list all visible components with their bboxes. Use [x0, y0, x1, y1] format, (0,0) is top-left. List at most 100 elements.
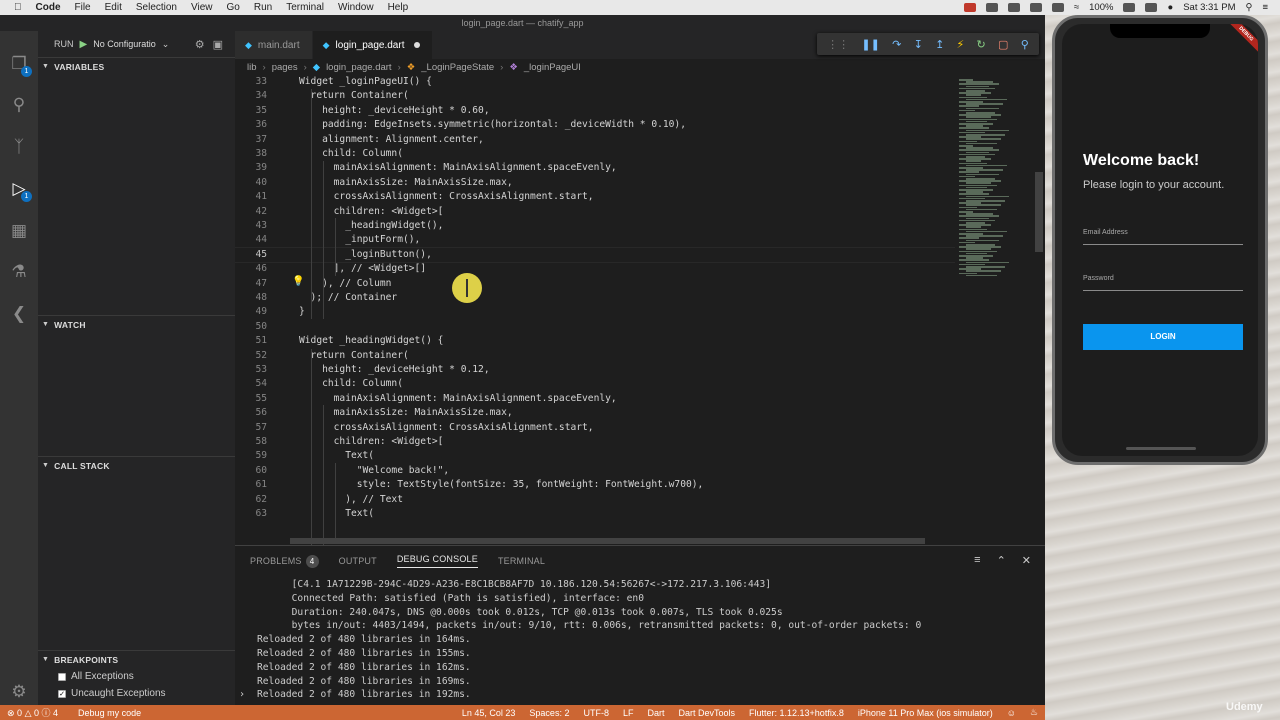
- line-number[interactable]: 40: [235, 176, 267, 190]
- line-number[interactable]: 57: [235, 421, 267, 435]
- maximize-panel-icon[interactable]: ⌃: [997, 554, 1006, 567]
- encoding[interactable]: UTF-8: [576, 708, 616, 718]
- code-line[interactable]: 35 height: _deviceHeight * 0.60,: [235, 104, 955, 118]
- code-line[interactable]: 40 mainAxisSize: MainAxisSize.max,: [235, 176, 955, 190]
- menu-extra-icon[interactable]: [1051, 3, 1064, 12]
- line-number[interactable]: 36: [235, 118, 267, 132]
- stop-icon[interactable]: ▢: [998, 38, 1008, 51]
- code-line[interactable]: 61 style: TextStyle(fontSize: 35, fontWe…: [235, 478, 955, 492]
- indentation[interactable]: Spaces: 2: [522, 708, 576, 718]
- code-line[interactable]: 49}: [235, 305, 955, 319]
- flag-icon[interactable]: [1145, 3, 1158, 12]
- start-debugging-icon[interactable]: ▶: [80, 39, 88, 50]
- line-number[interactable]: 48: [235, 291, 267, 305]
- tab-terminal[interactable]: TERMINAL: [498, 556, 545, 566]
- password-field[interactable]: Password: [1083, 273, 1243, 291]
- line-number[interactable]: 62: [235, 493, 267, 507]
- debug-console-icon[interactable]: ▣: [213, 38, 223, 51]
- code-line[interactable]: 48 ); // Container: [235, 291, 955, 305]
- menu-selection[interactable]: Selection: [136, 2, 177, 13]
- line-number[interactable]: 58: [235, 435, 267, 449]
- code-line[interactable]: 51 Widget _headingWidget() {: [235, 334, 955, 348]
- unsaved-dot-icon[interactable]: [414, 42, 421, 48]
- step-out-icon[interactable]: ↥: [935, 38, 944, 51]
- line-number[interactable]: 47: [235, 277, 267, 291]
- wifi-icon[interactable]: ≈: [1074, 2, 1079, 13]
- restart-icon[interactable]: ↻: [977, 38, 986, 51]
- line-number[interactable]: 60: [235, 464, 267, 478]
- menu-run[interactable]: Run: [254, 2, 272, 13]
- settings-gear-icon[interactable]: ⚙: [8, 681, 30, 703]
- menu-window[interactable]: Window: [338, 2, 374, 13]
- clear-console-icon[interactable]: ≡: [974, 554, 980, 567]
- line-number[interactable]: 43: [235, 219, 267, 233]
- menu-go[interactable]: Go: [227, 2, 240, 13]
- breakpoints-section-header[interactable]: ▼ BREAKPOINTS: [38, 650, 235, 668]
- line-number[interactable]: 33: [235, 75, 267, 89]
- breadcrumb-file[interactable]: login_page.dart: [326, 62, 392, 73]
- horizontal-scrollbar[interactable]: [290, 538, 925, 544]
- code-line[interactable]: 46 ], // <Widget>[]: [235, 262, 955, 276]
- code-line[interactable]: 55 mainAxisAlignment: MainAxisAlignment.…: [235, 392, 955, 406]
- configuration-select[interactable]: No Configuratio: [93, 39, 156, 49]
- line-number[interactable]: 35: [235, 104, 267, 118]
- vertical-scrollbar[interactable]: [1035, 172, 1043, 252]
- breadcrumb-method[interactable]: _loginPageUI: [524, 62, 581, 73]
- cursor-position[interactable]: Ln 45, Col 23: [455, 708, 523, 718]
- feedback-icon[interactable]: ☺: [1000, 708, 1023, 718]
- menu-terminal[interactable]: Terminal: [286, 2, 324, 13]
- debug-console-output[interactable]: [C4.1 1A71229B-294C-4D29-A236-E8C1BCB8AF…: [235, 578, 1045, 702]
- breakpoint-uncaught-exceptions[interactable]: ✓ Uncaught Exceptions: [38, 685, 235, 702]
- line-number[interactable]: 46: [235, 262, 267, 276]
- tab-login-page-dart[interactable]: ◆ login_page.dart: [312, 31, 434, 59]
- code-line[interactable]: 62 ), // Text: [235, 493, 955, 507]
- code-line[interactable]: 33 Widget _loginPageUI() {: [235, 75, 955, 89]
- code-editor[interactable]: 33 Widget _loginPageUI() {34 return Conta…: [235, 75, 955, 545]
- language-mode[interactable]: Dart: [640, 708, 671, 718]
- tab-output[interactable]: OUTPUT: [339, 556, 377, 566]
- line-number[interactable]: 39: [235, 161, 267, 175]
- code-line[interactable]: 34 return Container(: [235, 89, 955, 103]
- code-line[interactable]: 47 ), // Column: [235, 277, 955, 291]
- testing-flask-icon[interactable]: ⚗: [8, 261, 30, 283]
- simulator-screen[interactable]: DEBUG Welcome back! Please login to your…: [1062, 24, 1258, 456]
- gear-icon[interactable]: ⚙: [195, 38, 205, 51]
- code-line[interactable]: 63 Text(: [235, 507, 955, 521]
- record-icon[interactable]: [963, 3, 976, 12]
- code-line[interactable]: 39 mainAxisAlignment: MainAxisAlignment.…: [235, 161, 955, 175]
- code-line[interactable]: 54 child: Column(: [235, 377, 955, 391]
- email-field[interactable]: Email Address: [1083, 227, 1243, 245]
- creative-cloud-icon[interactable]: [985, 3, 998, 12]
- finder-icon[interactable]: [1007, 3, 1020, 12]
- search-icon[interactable]: ⚲: [8, 94, 30, 116]
- explorer-icon[interactable]: ❐ 1: [8, 53, 32, 77]
- flutter-version[interactable]: Flutter: 1.12.13+hotfix.8: [742, 708, 851, 718]
- hot-reload-lightning-icon[interactable]: ⚡: [957, 38, 965, 51]
- breakpoint-all-exceptions[interactable]: All Exceptions: [38, 668, 235, 685]
- menu-app-name[interactable]: Code: [36, 2, 61, 13]
- code-line[interactable]: 52 return Container(: [235, 349, 955, 363]
- code-line[interactable]: 53 height: _deviceHeight * 0.12,: [235, 363, 955, 377]
- code-line[interactable]: 41 crossAxisAlignment: CrossAxisAlignmen…: [235, 190, 955, 204]
- line-number[interactable]: 52: [235, 349, 267, 363]
- drag-handle-icon[interactable]: ⋮⋮: [827, 38, 849, 51]
- step-over-icon[interactable]: ↷: [892, 38, 901, 51]
- code-line[interactable]: 38 child: Column(: [235, 147, 955, 161]
- control-center-icon[interactable]: ≡: [1262, 2, 1268, 13]
- chevron-down-icon[interactable]: ⌄: [162, 39, 170, 50]
- line-number[interactable]: 38: [235, 147, 267, 161]
- device-selector[interactable]: iPhone 11 Pro Max (ios simulator): [851, 708, 1000, 718]
- line-number[interactable]: 45: [235, 248, 267, 262]
- breadcrumb-pages[interactable]: pages: [272, 62, 298, 73]
- code-line[interactable]: 59 Text(: [235, 449, 955, 463]
- code-line[interactable]: 43 _headingWidget(),: [235, 219, 955, 233]
- notifications-bell-icon[interactable]: ♨: [1023, 707, 1045, 718]
- battery-icon[interactable]: [1123, 3, 1136, 12]
- apple-icon[interactable]: : [14, 2, 22, 13]
- sync-icon[interactable]: [1029, 3, 1042, 12]
- user-icon[interactable]: ●: [1167, 2, 1173, 13]
- code-line[interactable]: 37 alignment: Alignment.center,: [235, 133, 955, 147]
- menu-view[interactable]: View: [191, 2, 213, 13]
- battery-percent[interactable]: 100%: [1089, 2, 1113, 13]
- all-exceptions-checkbox[interactable]: [58, 672, 66, 681]
